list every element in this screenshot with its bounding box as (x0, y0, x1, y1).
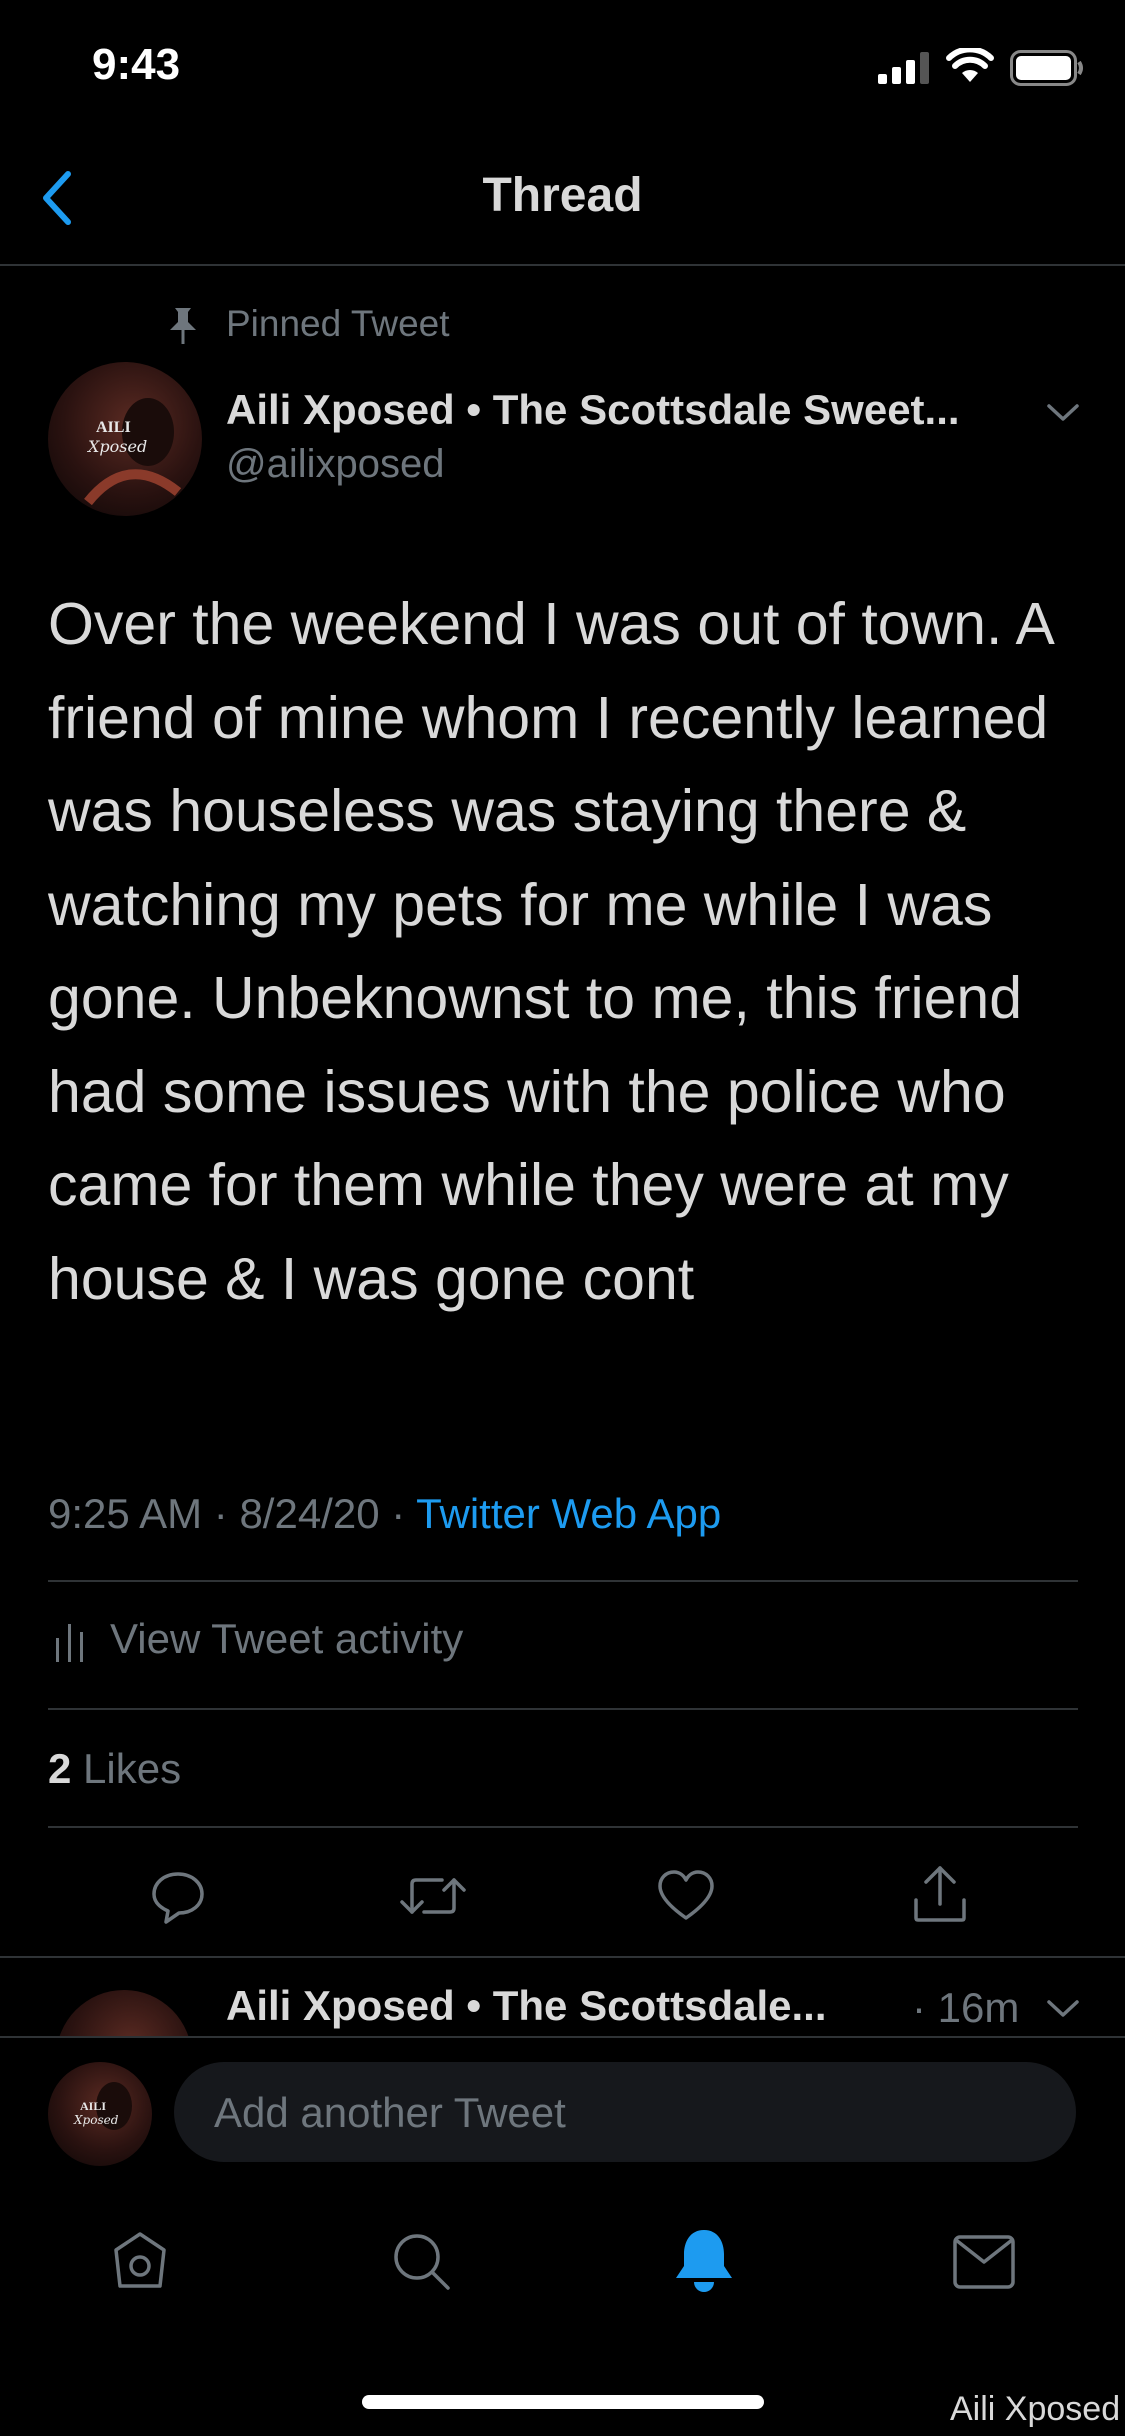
tweet-meta: 9:25 AM · 8/24/20 · Twitter Web App (48, 1490, 721, 1538)
battery-icon (1010, 50, 1084, 86)
tab-search[interactable] (390, 2230, 454, 2294)
meta-divider (48, 1580, 1078, 1582)
pinned-tweet-label: Pinned Tweet (226, 303, 450, 344)
likes-label: Likes (83, 1745, 182, 1792)
tweet-source-link[interactable]: Twitter Web App (416, 1490, 721, 1537)
tab-messages[interactable] (952, 2234, 1016, 2290)
reply-icon (152, 1872, 204, 1924)
status-time: 9:43 (92, 40, 181, 89)
tweet-options-button[interactable] (1045, 400, 1081, 424)
svg-text:AILI: AILI (80, 2099, 106, 2113)
signal-icon (878, 52, 930, 84)
svg-text:Xposed: Xposed (86, 437, 147, 456)
svg-text:AILI: AILI (96, 419, 131, 436)
share-button[interactable] (910, 1862, 970, 1926)
add-tweet-composer[interactable] (174, 2062, 1076, 2164)
watermark-text: Aili Xposed (950, 2390, 1121, 2428)
meta-separator: · (391, 1490, 417, 1537)
avatar[interactable] (56, 1990, 192, 2038)
avatar[interactable]: AILI Xposed (48, 362, 202, 516)
notifications-icon (676, 2230, 732, 2292)
home-icon (114, 2232, 166, 2288)
reply-author-name[interactable]: Aili Xposed • The Scottsdale... (226, 1982, 827, 2030)
retweet-button[interactable] (398, 1866, 468, 1926)
activity-divider (48, 1708, 1078, 1710)
reply-options-button[interactable] (1045, 1996, 1081, 2020)
reply-button[interactable] (148, 1866, 208, 1926)
heart-icon (658, 1870, 714, 1920)
svg-text:Xposed: Xposed (73, 2113, 119, 2127)
retweet-icon (400, 1878, 466, 1914)
tweet-time: 9:25 AM (48, 1490, 203, 1537)
avatar-image: AILI Xposed (84, 398, 182, 506)
share-icon (914, 1866, 966, 1922)
chevron-down-icon (1047, 2000, 1079, 2017)
messages-icon (953, 2235, 1015, 2289)
pin-icon (166, 306, 200, 346)
avatar[interactable]: AILI Xposed (48, 2062, 152, 2166)
likes-count: 2 (48, 1745, 72, 1792)
search-icon (394, 2234, 450, 2290)
activity-icon (52, 1620, 88, 1664)
tab-home[interactable] (110, 2230, 170, 2292)
likes-summary[interactable]: 2 Likes (48, 1745, 181, 1793)
author-handle[interactable]: @ailixposed (226, 442, 445, 487)
header-divider (0, 264, 1125, 266)
composer-divider (0, 2036, 1125, 2038)
like-button[interactable] (656, 1866, 716, 1926)
tweet-text: Over the weekend I was out of town. A fr… (48, 591, 1052, 1312)
chevron-down-icon (1047, 404, 1079, 421)
add-tweet-input[interactable] (212, 2062, 1056, 2164)
likes-divider (48, 1826, 1078, 1828)
reply-tweet-preview[interactable]: Aili Xposed • The Scottsdale... · 16m (0, 1958, 1125, 2038)
tweet-date: 8/24/20 (239, 1490, 380, 1537)
author-name[interactable]: Aili Xposed • The Scottsdale Sweet... (226, 386, 960, 434)
view-tweet-activity-link[interactable]: View Tweet activity (110, 1615, 463, 1663)
reply-age: · 16m (912, 1984, 1020, 2031)
meta-separator: · (213, 1490, 240, 1537)
tab-notifications[interactable] (672, 2226, 736, 2296)
wifi-icon (946, 48, 994, 84)
home-indicator[interactable] (362, 2395, 764, 2409)
page-title: Thread (482, 169, 643, 222)
avatar-image: AILI Xposed (73, 2082, 132, 2130)
